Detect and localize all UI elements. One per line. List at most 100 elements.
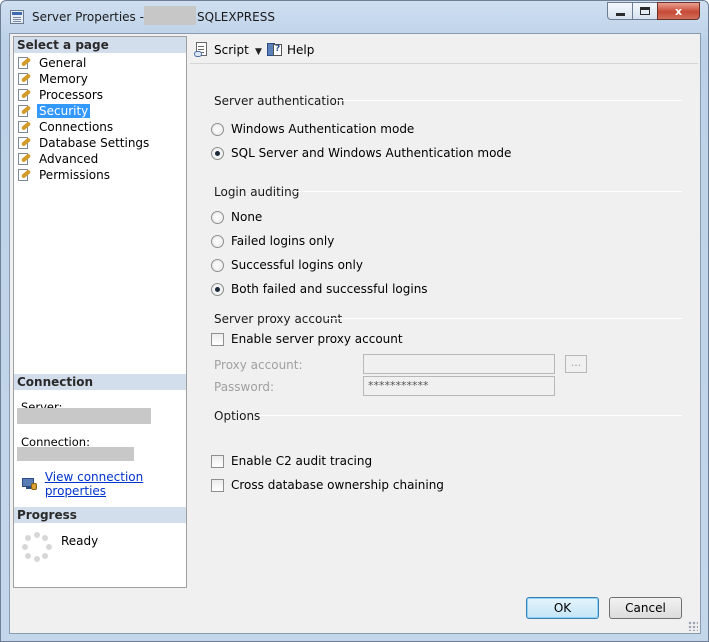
close-icon: x: [674, 4, 683, 18]
windows-auth-label: Windows Authentication mode: [231, 122, 415, 136]
sidebar-item-memory[interactable]: Memory: [17, 71, 90, 87]
page-icon: [17, 56, 32, 70]
redacted-server-name: [144, 6, 196, 25]
sidebar-item-connections[interactable]: Connections: [17, 119, 115, 135]
sidebar-item-processors[interactable]: Processors: [17, 87, 105, 103]
view-connection-properties-text[interactable]: View connection properties: [45, 470, 186, 498]
password-input[interactable]: ***********: [363, 376, 555, 396]
proxy-account-label: Proxy account:: [214, 358, 303, 372]
sidebar-item-label: Permissions: [39, 168, 110, 182]
close-button[interactable]: x: [657, 2, 700, 20]
help-button[interactable]: ? Help: [267, 42, 314, 58]
sidebar-item-label: Advanced: [39, 152, 99, 166]
radio-button[interactable]: [211, 258, 224, 272]
sidebar-item-label: Security: [37, 104, 91, 118]
page-icon: [17, 88, 32, 102]
enable-proxy-label: Enable server proxy account: [231, 332, 403, 346]
sidebar-item-general[interactable]: General: [17, 55, 88, 71]
proxy-account-input[interactable]: [363, 354, 555, 374]
page-icon: [17, 152, 32, 166]
script-label: Script: [214, 43, 249, 57]
progress-header: Progress: [14, 507, 186, 523]
connection-properties-icon: [22, 477, 37, 491]
minimize-button[interactable]: [607, 2, 633, 20]
radio-button[interactable]: [211, 234, 224, 248]
audit-none-label: None: [231, 210, 263, 224]
login-auditing-title: Login auditing: [214, 185, 300, 199]
checkbox[interactable]: [211, 454, 224, 468]
sql-and-windows-auth-label: SQL Server and Windows Authentication mo…: [231, 146, 512, 160]
dialog-client-area: Select a page General Memory Processors …: [9, 33, 701, 634]
page-icon: [17, 120, 32, 134]
minimize-icon: [615, 12, 625, 16]
help-label: Help: [287, 43, 315, 57]
sidebar-item-label: Connections: [39, 120, 114, 134]
cross-db-chaining-checkbox[interactable]: Cross database ownership chaining: [211, 478, 444, 492]
maximize-icon: [640, 7, 650, 15]
script-icon: [194, 42, 210, 58]
proxy-account-divider: [325, 318, 682, 319]
c2-audit-label: Enable C2 audit tracing: [231, 454, 373, 468]
help-icon: ?: [267, 42, 283, 58]
checkbox[interactable]: [211, 332, 224, 346]
redacted-connection-value: [17, 447, 134, 461]
audit-none-radio[interactable]: None: [211, 210, 262, 224]
page-icon: [17, 72, 32, 86]
page-icon: [17, 136, 32, 150]
connection-header: Connection: [14, 374, 186, 390]
proxy-account-title: Server proxy account: [214, 312, 343, 326]
toolbar: Script ▼ ? Help: [190, 36, 698, 64]
left-pane: Select a page General Memory Processors …: [13, 36, 187, 588]
c2-audit-checkbox[interactable]: Enable C2 audit tracing: [211, 454, 372, 468]
window-title-instance: SQLEXPRESS: [197, 10, 275, 24]
sidebar-item-permissions[interactable]: Permissions: [17, 167, 112, 183]
server-properties-window: Server Properties - SQLEXPRESS x Select …: [0, 0, 709, 642]
windows-auth-radio[interactable]: Windows Authentication mode: [211, 122, 414, 136]
resize-grip-icon[interactable]: [688, 621, 698, 631]
script-dropdown-arrow-icon[interactable]: ▼: [255, 47, 262, 57]
ok-button[interactable]: OK: [526, 597, 599, 619]
progress-status: Ready: [61, 534, 99, 548]
title-bar[interactable]: Server Properties - SQLEXPRESS x: [1, 1, 708, 33]
login-auditing-divider: [293, 191, 682, 192]
enable-proxy-checkbox[interactable]: Enable server proxy account: [211, 332, 403, 346]
view-connection-properties-link[interactable]: View connection properties: [22, 470, 186, 498]
page-icon: [17, 168, 32, 182]
audit-failed-label: Failed logins only: [231, 234, 335, 248]
sql-and-windows-auth-radio[interactable]: SQL Server and Windows Authentication mo…: [211, 146, 511, 160]
script-button[interactable]: Script: [194, 42, 249, 58]
select-page-header: Select a page: [14, 37, 186, 53]
audit-both-radio[interactable]: Both failed and successful logins: [211, 282, 428, 296]
audit-both-label: Both failed and successful logins: [231, 282, 428, 296]
sidebar-item-label: Database Settings: [39, 136, 150, 150]
audit-successful-radio[interactable]: Successful logins only: [211, 258, 363, 272]
sidebar-item-database-settings[interactable]: Database Settings: [17, 135, 151, 151]
maximize-button[interactable]: [632, 2, 658, 20]
page-icon: [17, 104, 32, 118]
server-authentication-divider: [336, 100, 682, 101]
options-title: Options: [214, 409, 261, 423]
caption-buttons: x: [607, 2, 700, 20]
progress-spinner-icon: [22, 532, 52, 562]
audit-failed-radio[interactable]: Failed logins only: [211, 234, 334, 248]
radio-button[interactable]: [211, 122, 224, 136]
radio-button[interactable]: [211, 210, 224, 224]
sidebar-item-advanced[interactable]: Advanced: [17, 151, 100, 167]
sidebar-item-label: Memory: [39, 72, 88, 86]
proxy-browse-button[interactable]: ...: [565, 355, 587, 373]
checkbox[interactable]: [211, 478, 224, 492]
window-title: Server Properties -: [32, 10, 144, 24]
sidebar-item-security[interactable]: Security: [17, 103, 91, 119]
cancel-button[interactable]: Cancel: [609, 597, 682, 619]
cross-db-chaining-label: Cross database ownership chaining: [231, 478, 444, 492]
radio-button-selected[interactable]: [211, 146, 224, 160]
sidebar-item-label: Processors: [39, 88, 104, 102]
server-authentication-title: Server authentication: [214, 94, 345, 108]
redacted-server-value: [17, 408, 151, 424]
password-label: Password:: [214, 380, 275, 394]
options-divider: [258, 415, 682, 416]
window-app-icon: [10, 10, 24, 24]
radio-button-selected[interactable]: [211, 282, 224, 296]
audit-successful-label: Successful logins only: [231, 258, 363, 272]
sidebar-item-label: General: [39, 56, 87, 70]
